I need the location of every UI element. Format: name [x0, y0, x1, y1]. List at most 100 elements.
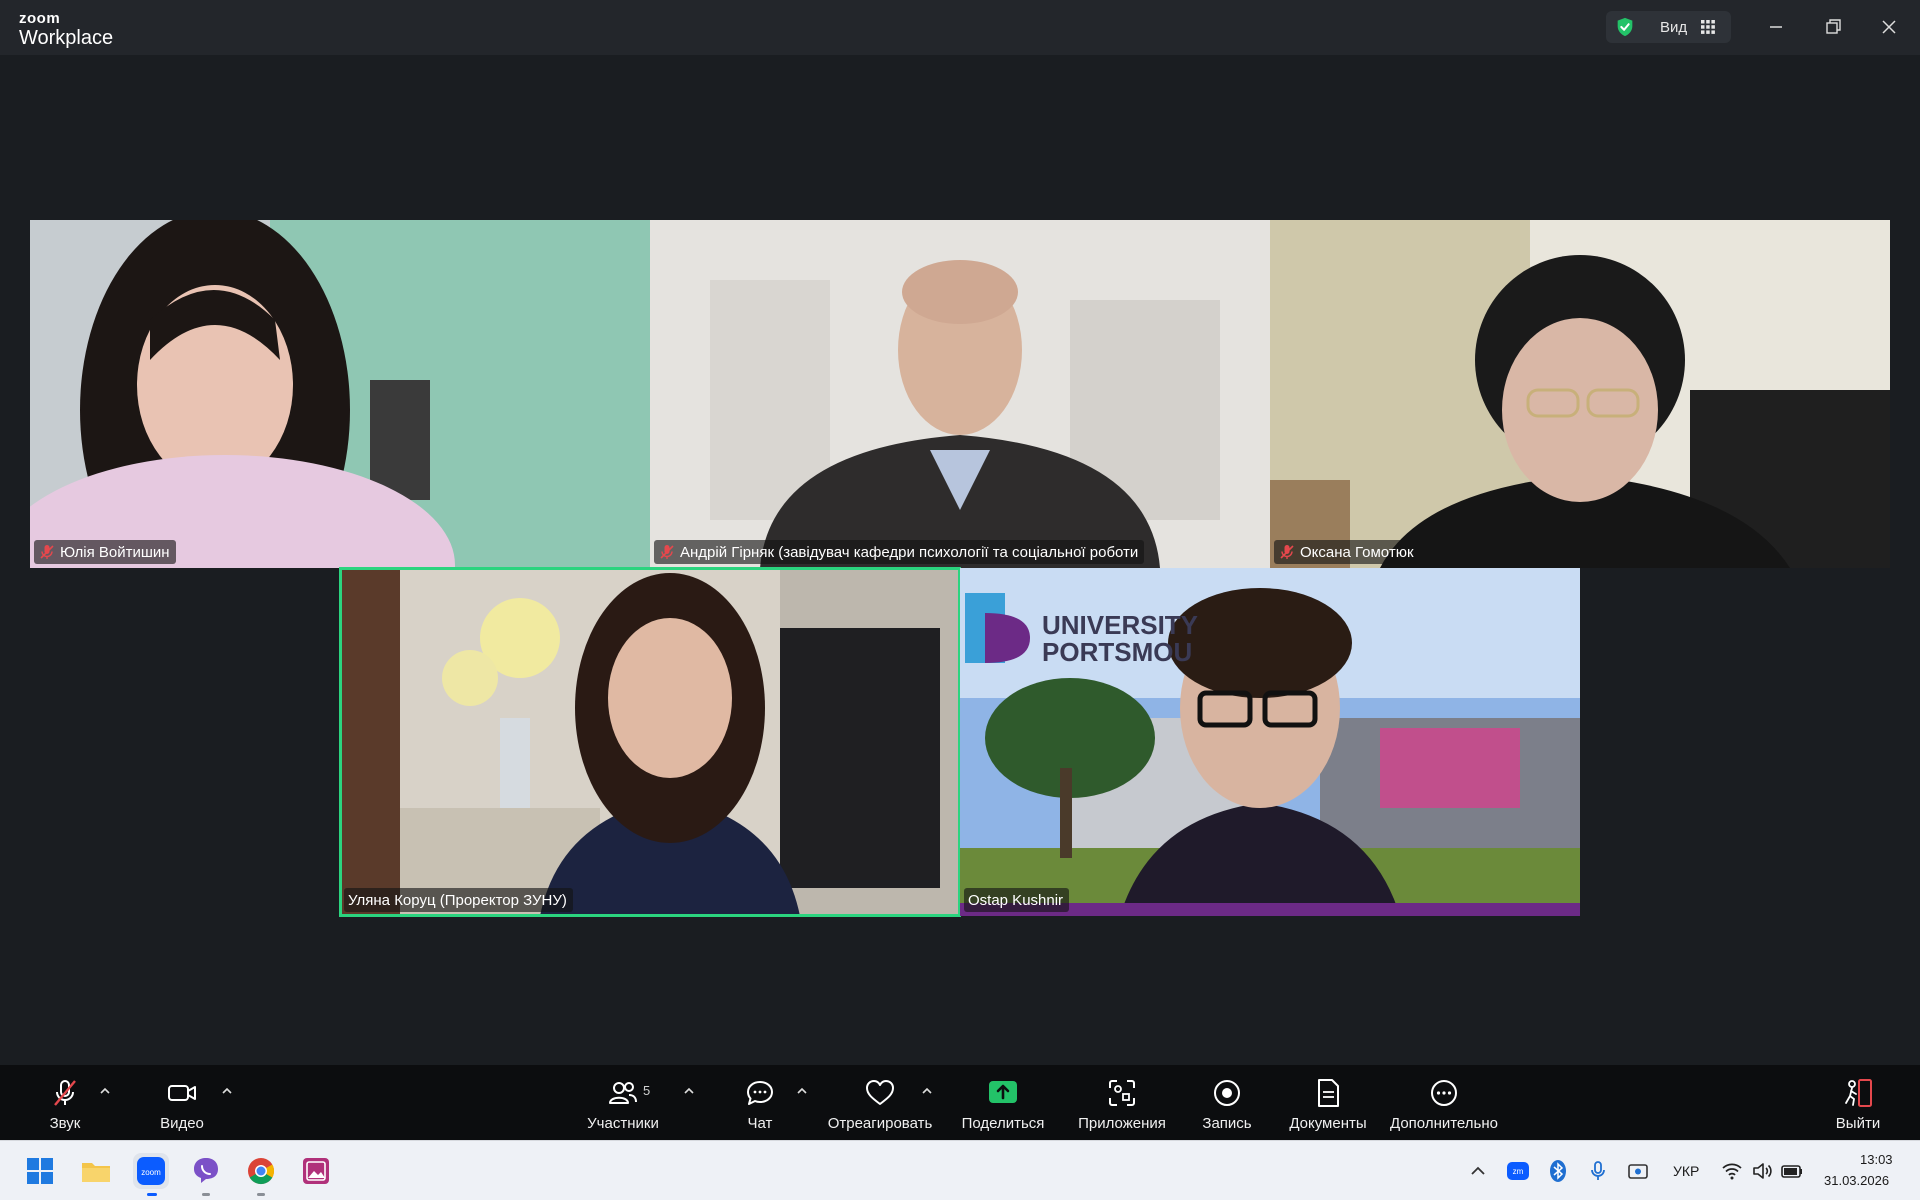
participant-video: [650, 220, 1270, 568]
brand-bottom: Workplace: [19, 27, 114, 49]
participant-nameplate: Уляна Коруц (Проректор ЗУНУ): [344, 888, 573, 912]
more-button[interactable]: Дополнительно: [1387, 1077, 1501, 1137]
zoom-tray-icon[interactable]: zm: [1506, 1159, 1530, 1183]
video-tile[interactable]: Уляна Коруц (Проректор ЗУНУ): [340, 568, 960, 916]
video-tile[interactable]: Юлія Войтишин: [30, 220, 650, 568]
restore-icon: [1826, 19, 1841, 34]
minimize-icon: [1770, 26, 1782, 28]
react-label: Отреагировать: [827, 1115, 933, 1132]
leave-button[interactable]: Выйти: [1834, 1077, 1882, 1137]
participants-count: 5: [643, 1083, 651, 1098]
viber-icon[interactable]: [190, 1155, 222, 1187]
share-label: Поделиться: [961, 1115, 1045, 1132]
document-icon: [1318, 1079, 1339, 1107]
running-indicator: [257, 1193, 265, 1196]
muted-mic-icon: [1280, 545, 1294, 559]
chat-label: Чат: [747, 1115, 773, 1132]
backdrop-logo-text: UNIVERSITY PORTSMOU: [1042, 610, 1199, 668]
participant-name: Ostap Kushnir: [968, 891, 1064, 909]
more-dots-icon: [1431, 1080, 1457, 1106]
backdrop-line-2: PORTSMOU: [1042, 637, 1193, 668]
chevron-up-icon[interactable]: [220, 1084, 234, 1098]
more-label: Дополнительно: [1390, 1115, 1498, 1132]
apps-label: Приложения: [1078, 1115, 1166, 1132]
participant-video: [1270, 220, 1890, 568]
participants-label: Участники: [587, 1115, 659, 1132]
screen-record-icon[interactable]: [1626, 1159, 1650, 1183]
leave-door-icon: [1845, 1079, 1872, 1107]
documents-button[interactable]: Документы: [1287, 1077, 1369, 1137]
participants-button[interactable]: Участники: [580, 1077, 666, 1137]
share-screen-icon: [989, 1081, 1017, 1103]
meeting-toolbar: Звук Видео Участники 5 Чат Отреагировать…: [0, 1065, 1920, 1140]
video-tile[interactable]: Андрій Гірняк (завідувач кафедри психоло…: [650, 220, 1270, 568]
apps-icon: [1109, 1080, 1135, 1106]
share-screen-button[interactable]: Поделиться: [960, 1077, 1046, 1137]
title-bar: zoom Workplace Вид: [0, 0, 1920, 55]
clock-time[interactable]: 13:03: [1860, 1152, 1893, 1167]
participants-icon: [609, 1082, 637, 1104]
backdrop-line-1: UNIVERSITY: [1042, 610, 1199, 640]
video-button[interactable]: Видео: [152, 1077, 212, 1137]
zoom-app-icon-wrap[interactable]: zoom: [133, 1153, 169, 1189]
muted-mic-icon: [54, 1080, 76, 1106]
participant-name: Андрій Гірняк (завідувач кафедри психоло…: [680, 543, 1139, 561]
apps-button[interactable]: Приложения: [1075, 1077, 1169, 1137]
close-icon: [1882, 20, 1896, 34]
bluetooth-icon[interactable]: [1546, 1159, 1570, 1183]
record-button[interactable]: Запись: [1202, 1077, 1252, 1137]
minimize-button[interactable]: [1763, 14, 1789, 40]
video-gallery: Юлія Войтишин Андрій Гірняк (завідувач к…: [0, 55, 1920, 1065]
chevron-up-icon[interactable]: [682, 1084, 696, 1098]
zoom-logo: zoom Workplace: [19, 11, 113, 48]
chevron-up-icon[interactable]: [920, 1084, 934, 1098]
heart-icon: [866, 1080, 894, 1105]
windows-taskbar: zoom zm УКР 13:03 31.03.2026: [0, 1140, 1920, 1200]
close-button[interactable]: [1876, 14, 1902, 40]
chat-button[interactable]: Чат: [740, 1077, 780, 1137]
windows-start-icon[interactable]: [24, 1155, 56, 1187]
active-app-indicator: [147, 1193, 157, 1196]
react-button[interactable]: Отреагировать: [825, 1077, 935, 1137]
chevron-up-icon[interactable]: [795, 1084, 809, 1098]
participant-nameplate: Оксана Гомотюк: [1274, 540, 1420, 564]
clock-date[interactable]: 31.03.2026: [1824, 1173, 1889, 1188]
input-language[interactable]: УКР: [1673, 1163, 1699, 1179]
battery-icon[interactable]: [1780, 1159, 1804, 1183]
view-label: Вид: [1660, 19, 1688, 36]
volume-icon[interactable]: [1750, 1159, 1774, 1183]
chevron-up-icon[interactable]: [1466, 1159, 1490, 1183]
svg-text:zoom: zoom: [141, 1168, 161, 1177]
participant-name: Оксана Гомотюк: [1300, 543, 1414, 561]
chat-bubble-icon: [747, 1081, 773, 1105]
participant-nameplate: Ostap Kushnir: [964, 888, 1070, 912]
chevron-up-icon[interactable]: [98, 1084, 112, 1098]
participant-video: [30, 220, 650, 568]
participant-nameplate: Юлія Войтишин: [34, 540, 176, 564]
brand-top: zoom: [19, 10, 61, 27]
participant-nameplate: Андрій Гірняк (завідувач кафедри психоло…: [654, 540, 1145, 564]
record-icon: [1214, 1080, 1240, 1106]
video-label: Видео: [160, 1115, 204, 1132]
running-indicator: [202, 1193, 210, 1196]
documents-label: Документы: [1289, 1115, 1367, 1132]
view-button[interactable]: Вид: [1606, 11, 1731, 43]
photos-app-icon[interactable]: [300, 1155, 332, 1187]
video-tile[interactable]: Оксана Гомотюк: [1270, 220, 1890, 568]
chrome-icon[interactable]: [245, 1155, 277, 1187]
muted-mic-icon: [40, 545, 54, 559]
video-tile[interactable]: UNIVERSITY PORTSMOU Ostap Kushnir: [960, 568, 1580, 916]
zoom-app-icon: zoom: [137, 1157, 165, 1185]
wifi-icon[interactable]: [1720, 1159, 1744, 1183]
restore-button[interactable]: [1820, 14, 1846, 40]
microphone-icon[interactable]: [1586, 1159, 1610, 1183]
grid-icon: [1701, 20, 1715, 34]
participant-name: Юлія Войтишин: [60, 543, 170, 561]
record-label: Запись: [1202, 1115, 1252, 1132]
video-camera-icon: [168, 1085, 196, 1101]
audio-button[interactable]: Звук: [40, 1077, 90, 1137]
participant-video: [340, 568, 960, 916]
participant-name: Уляна Коруц (Проректор ЗУНУ): [348, 891, 567, 909]
security-shield-icon: [1617, 17, 1633, 37]
file-explorer-icon[interactable]: [80, 1155, 112, 1187]
